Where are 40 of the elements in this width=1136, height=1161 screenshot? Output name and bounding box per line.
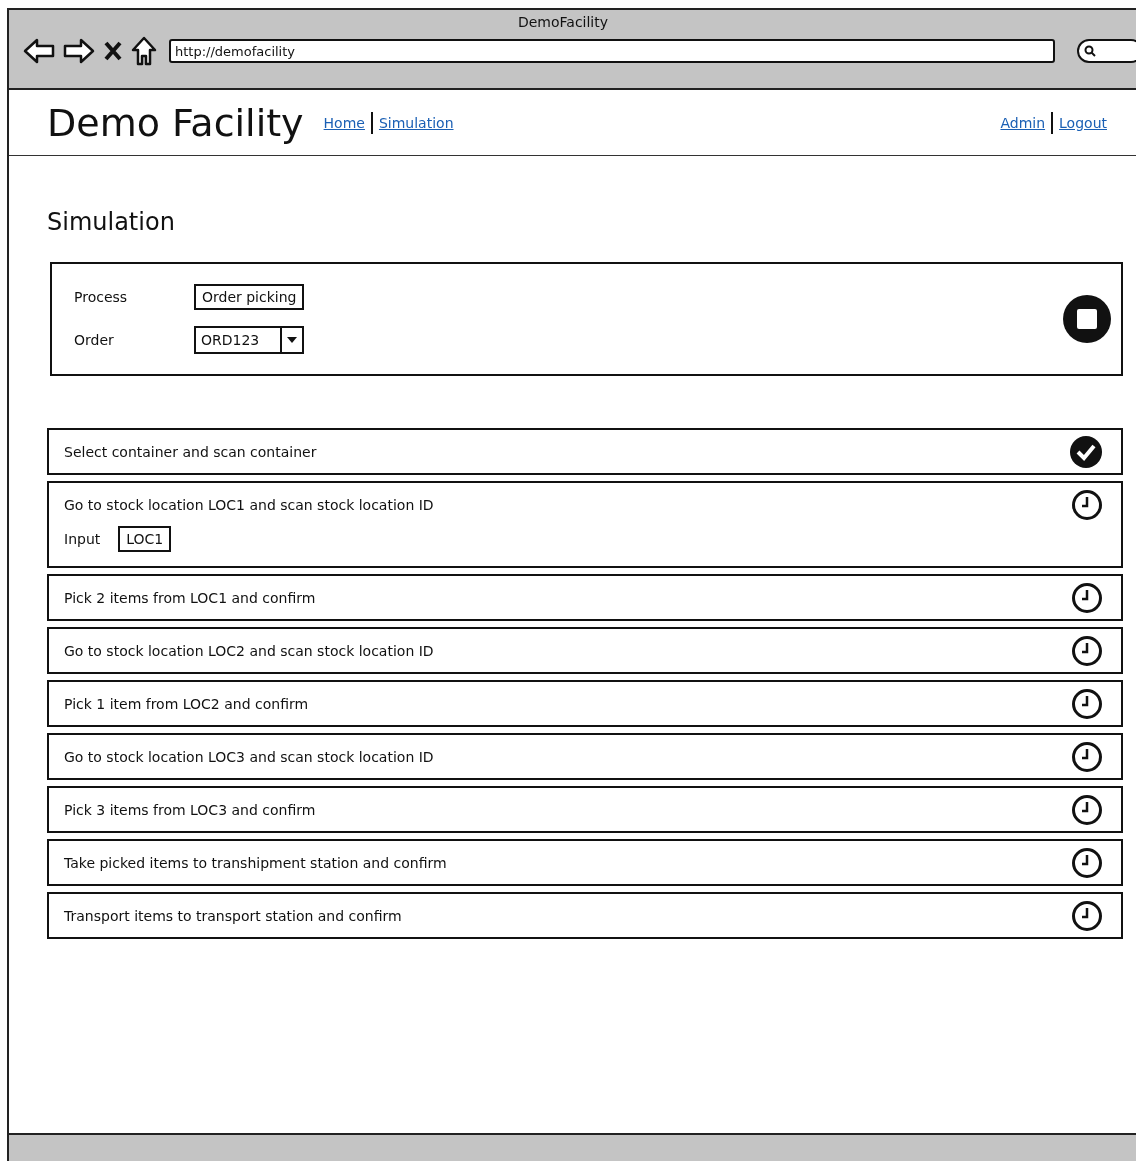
stop-button[interactable] [1063, 295, 1111, 343]
nav-link[interactable]: Home [323, 114, 365, 131]
nav-link[interactable]: Admin [1000, 114, 1046, 131]
order-dropdown[interactable]: ORD123 [194, 326, 304, 354]
back-arrow-icon[interactable] [23, 37, 55, 65]
clock-icon [1071, 793, 1103, 826]
clock-icon [1071, 488, 1103, 521]
clock-icon [1071, 846, 1103, 879]
clock-icon [1071, 687, 1103, 720]
window-title: DemoFacility [517, 14, 609, 30]
field-label: Order [74, 332, 115, 348]
forward-arrow-icon[interactable] [63, 37, 95, 65]
nav-link[interactable]: Simulation [378, 114, 454, 131]
checkmark-icon [1069, 434, 1103, 469]
step-text: Pick 3 items from LOC3 and confirm [64, 801, 316, 818]
clock-icon [1071, 634, 1103, 667]
field-label: Process [74, 289, 129, 305]
clock-icon [1071, 740, 1103, 773]
page-heading: Simulation [47, 208, 176, 236]
clock-icon [1071, 581, 1103, 614]
search-icon [1084, 45, 1096, 57]
step-text: Select container and scan container [64, 443, 317, 460]
step-text: Take picked items to transhipment station and confirm [64, 854, 447, 871]
home-icon[interactable] [131, 36, 157, 66]
search-field[interactable] [1077, 39, 1136, 63]
step-text: Go to stock location LOC2 and scan stock location ID [64, 642, 434, 659]
text-field[interactable]: Order picking [194, 284, 305, 310]
address-field[interactable]: http://demofacility [169, 39, 1055, 63]
step-text: Pick 2 items from LOC1 and confirm [64, 589, 316, 606]
step-text: Go to stock location LOC3 and scan stock location ID [64, 748, 434, 765]
text-field[interactable]: LOC1 [118, 526, 172, 552]
step-text: Transport items to transport station and confirm [64, 907, 402, 924]
caret-icon [287, 337, 297, 343]
field-label: Input [64, 531, 101, 547]
site-title: Demo Facility [47, 100, 304, 145]
clock-icon [1071, 899, 1103, 932]
step-text: Go to stock location LOC1 and scan stock location ID [64, 496, 434, 513]
step-text: Pick 1 item from LOC2 and confirm [64, 695, 309, 712]
nav-link[interactable]: Logout [1059, 114, 1107, 131]
close-icon[interactable] [103, 40, 123, 62]
